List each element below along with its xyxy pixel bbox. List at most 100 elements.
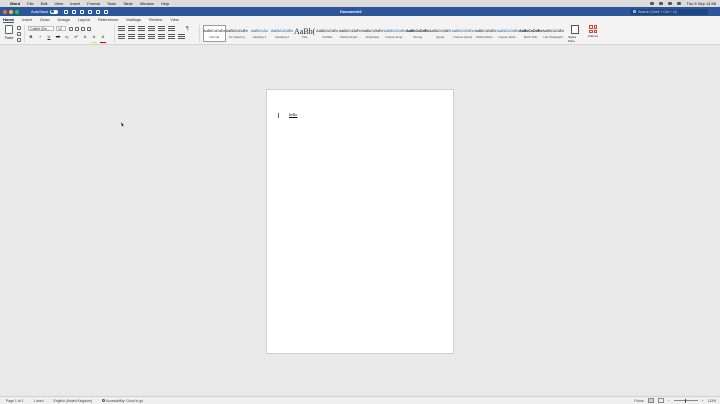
style-subtle-reference[interactable]: AaBbCcDdEe Subtle Refer...	[474, 25, 497, 42]
superscript-button[interactable]: x²	[73, 34, 79, 44]
justify-icon[interactable]	[148, 34, 155, 39]
style-list-paragraph[interactable]: AaBbCcDdEe List Paragraph	[542, 25, 565, 42]
tab-home[interactable]: Home	[3, 17, 15, 23]
copy-icon[interactable]	[17, 32, 21, 36]
style-heading-2[interactable]: AaBbCcDdEe Heading 2	[271, 25, 294, 42]
menu-help[interactable]: Help	[161, 1, 169, 6]
increase-indent-icon[interactable]	[158, 26, 165, 31]
menu-window[interactable]: Window	[140, 1, 154, 6]
document-body-text[interactable]: hello	[289, 112, 297, 117]
style-title[interactable]: AaBb( Title	[293, 25, 316, 42]
web-layout-view-button[interactable]	[657, 398, 664, 403]
control-center-icon[interactable]	[677, 2, 682, 5]
cut-icon[interactable]	[17, 26, 21, 30]
change-case-icon[interactable]	[81, 26, 85, 31]
menu-view[interactable]: View	[55, 1, 64, 6]
style-normal[interactable]: AaBbCcDdEe Normal	[203, 25, 226, 42]
decrease-indent-icon[interactable]	[148, 26, 155, 31]
language-indicator[interactable]: English (United Kingdom)	[54, 399, 92, 403]
style-heading-1[interactable]: AaBbCcDc Heading 1	[248, 25, 271, 42]
style-emphasis[interactable]: AaBbCcDdEe Emphasis	[361, 25, 384, 42]
spotlight-icon[interactable]	[668, 2, 673, 5]
strikethrough-button[interactable]: ab	[55, 34, 61, 44]
styles-pane-button[interactable]: Styles Pane	[568, 25, 582, 43]
line-spacing-icon[interactable]	[158, 34, 165, 39]
close-window-button[interactable]	[3, 9, 7, 14]
style-subtle-emphasis[interactable]: AaBbCcDdEe Subtle Emph...	[339, 25, 362, 42]
zoom-level[interactable]: 113%	[708, 399, 716, 403]
autosave-control[interactable]: AutoSave	[31, 9, 59, 14]
tab-mailings[interactable]: Mailings	[126, 17, 141, 22]
align-right-icon[interactable]	[138, 34, 145, 39]
redo-icon[interactable]	[96, 9, 101, 14]
document-canvas[interactable]: hello	[0, 45, 720, 396]
zoom-slider[interactable]	[673, 398, 698, 403]
grow-font-icon[interactable]	[69, 26, 73, 31]
search-input[interactable]: Search (Cmd + Ctrl + U)	[630, 8, 708, 15]
page-count[interactable]: Page 1 of 1	[6, 399, 23, 403]
shading-icon[interactable]	[168, 34, 175, 39]
add-ins-button[interactable]: Add-ins	[586, 25, 600, 38]
numbering-icon[interactable]	[128, 26, 135, 31]
style-quote[interactable]: AaBbCcDdEe Quote	[429, 25, 452, 42]
print-icon[interactable]	[80, 9, 85, 14]
format-painter-icon[interactable]	[17, 38, 21, 42]
underline-button[interactable]: U	[46, 34, 52, 44]
minimize-window-button[interactable]	[9, 9, 13, 14]
shrink-font-icon[interactable]	[75, 26, 79, 31]
highlight-button[interactable]: A	[91, 34, 97, 44]
menu-file[interactable]: File	[27, 1, 33, 6]
accessibility-status[interactable]: Accessibility: Good to go	[102, 399, 143, 403]
font-name-dropdown[interactable]: Calibri (Bo...	[28, 26, 54, 31]
autosave-toggle[interactable]	[50, 9, 59, 14]
style-intense-emphasis[interactable]: AaBbCcDdEe Intense Emp...	[384, 25, 407, 42]
sort-icon[interactable]	[168, 26, 175, 31]
menu-app-word[interactable]: Word	[10, 1, 20, 6]
menu-edit[interactable]: Edit	[41, 1, 48, 6]
style-book-title[interactable]: AaBbCcDdEe Book Title	[519, 25, 542, 42]
tab-insert[interactable]: Insert	[22, 17, 32, 22]
style-no-spacing[interactable]: AaBbCcDdEe No Spacing	[226, 25, 249, 42]
focus-button[interactable]: Focus	[634, 399, 643, 403]
style-intense-quote[interactable]: AaBbCcDdEe Intense Quote	[452, 25, 475, 42]
tab-draw[interactable]: Draw	[40, 17, 49, 22]
undo-icon[interactable]	[88, 9, 93, 14]
document-page[interactable]: hello	[266, 89, 454, 354]
paste-button[interactable]: Paste	[3, 25, 15, 43]
tab-design[interactable]: Design	[57, 17, 69, 22]
word-count[interactable]: 1 word	[33, 399, 43, 403]
text-effects-button[interactable]: A	[82, 34, 88, 44]
menu-insert[interactable]: Insert	[70, 1, 80, 6]
bullets-icon[interactable]	[118, 26, 125, 31]
tab-layout[interactable]: Layout	[78, 17, 90, 22]
show-formatting-button[interactable]: ¶	[186, 26, 189, 32]
battery-icon[interactable]	[650, 2, 655, 5]
align-left-icon[interactable]	[118, 34, 125, 39]
menu-tools[interactable]: Tools	[107, 1, 116, 6]
zoom-out-button[interactable]: −	[668, 399, 670, 403]
menu-format[interactable]: Format	[87, 1, 100, 6]
style-intense-reference[interactable]: AaBbCcDdEe Intense Refe...	[497, 25, 520, 42]
zoom-in-button[interactable]: +	[702, 399, 704, 403]
clear-formatting-icon[interactable]	[87, 26, 91, 31]
borders-icon[interactable]	[178, 34, 185, 39]
home-icon[interactable]	[64, 9, 69, 14]
tab-references[interactable]: References	[98, 17, 118, 22]
menu-clock[interactable]: Thu 5 Sep 14:58	[686, 1, 716, 6]
zoom-window-button[interactable]	[15, 9, 19, 14]
tab-view[interactable]: View	[170, 17, 179, 22]
tab-review[interactable]: Review	[149, 17, 162, 22]
multilevel-list-icon[interactable]	[138, 26, 145, 31]
save-icon[interactable]	[72, 9, 77, 14]
more-commands-icon[interactable]	[104, 9, 109, 14]
wifi-icon[interactable]	[659, 2, 664, 5]
bold-button[interactable]: B	[28, 34, 34, 44]
italic-button[interactable]: I	[37, 34, 43, 44]
font-color-button[interactable]: A	[100, 34, 106, 44]
align-center-icon[interactable]	[128, 34, 135, 39]
font-size-dropdown[interactable]: 12	[56, 26, 66, 31]
subscript-button[interactable]: x₂	[64, 34, 70, 44]
style-strong[interactable]: AaBbCcDdEe Strong	[406, 25, 429, 42]
print-layout-view-button[interactable]	[647, 398, 654, 403]
style-subtitle[interactable]: AaBbCcDdEe Subtitle	[316, 25, 339, 42]
